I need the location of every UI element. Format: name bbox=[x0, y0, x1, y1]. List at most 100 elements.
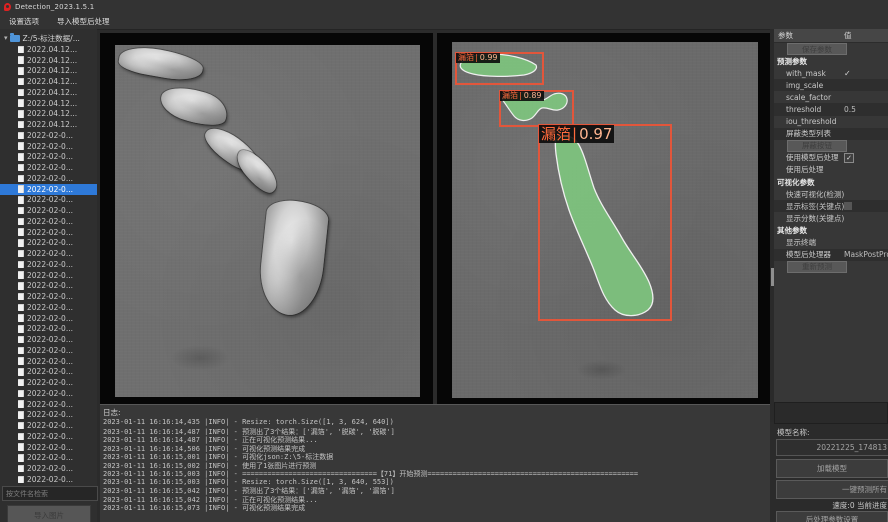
tree-item[interactable]: 2022-02-0... bbox=[0, 377, 97, 388]
tree-item[interactable]: 2022.04.12... bbox=[0, 109, 97, 120]
tree-item[interactable]: 2022-02-0... bbox=[0, 141, 97, 152]
tree-item[interactable]: 2022-02-0... bbox=[0, 248, 97, 259]
tree-item[interactable]: 2022-02-0... bbox=[0, 399, 97, 410]
tree-item[interactable]: 2022-02-0... bbox=[0, 442, 97, 453]
param-row[interactable]: 预测参数 bbox=[774, 55, 888, 67]
tree-item[interactable]: 2022-02-0... bbox=[0, 259, 97, 270]
param-label: iou_threshold bbox=[786, 117, 837, 126]
sidebar: ▾ Z:/5-标注数据/... 2022.04.12... 2022.04.12… bbox=[0, 29, 97, 522]
tree-item[interactable]: 2022-02-0... bbox=[0, 152, 97, 163]
tree-item[interactable]: 2022-02-0... bbox=[0, 302, 97, 313]
param-row[interactable]: 显示分数(关键点) bbox=[774, 212, 888, 224]
param-label: scale_factor bbox=[786, 93, 831, 102]
tree-item[interactable]: 2022-02-0... bbox=[0, 162, 97, 173]
tree-item[interactable]: 2022-02-0... bbox=[0, 474, 97, 484]
param-label: 显示终端 bbox=[786, 237, 816, 248]
param-row[interactable]: 快速可视化(检测) bbox=[774, 188, 888, 200]
tree-item[interactable]: 2022.04.12... bbox=[0, 55, 97, 66]
param-checkbox[interactable]: ✓ bbox=[844, 69, 851, 78]
tree-item[interactable]: 2022-02-0... bbox=[0, 324, 97, 335]
image-panel-original[interactable] bbox=[100, 33, 433, 410]
tree-item[interactable]: 2022-02-0... bbox=[0, 216, 97, 227]
param-row[interactable]: 保存参数 bbox=[774, 43, 888, 55]
param-row[interactable]: 其他参数 bbox=[774, 224, 888, 236]
tree-item[interactable]: 2022.04.12... bbox=[0, 76, 97, 87]
param-row[interactable]: threshold 0.5 bbox=[774, 103, 888, 115]
tree-item-label: 2022-02-0... bbox=[27, 174, 73, 183]
tree-item[interactable]: 2022-02-0... bbox=[0, 227, 97, 238]
tree-item[interactable]: 2022-02-0... bbox=[0, 291, 97, 302]
param-row[interactable]: 可视化参数 bbox=[774, 176, 888, 188]
tree-item[interactable]: 2022-02-0... bbox=[0, 388, 97, 399]
load-model-button[interactable]: 加载模型 bbox=[776, 459, 888, 478]
param-row[interactable]: 屏蔽按钮 bbox=[774, 140, 888, 152]
tree-item[interactable]: 2022-02-0... bbox=[0, 130, 97, 141]
menu-import-postprocess[interactable]: 导入模型后处理 bbox=[48, 14, 119, 29]
postprocess-settings-button[interactable]: 后处理参数设置 bbox=[776, 511, 888, 522]
menu-settings[interactable]: 设置选项 bbox=[0, 14, 48, 29]
param-row[interactable]: 显示标签(关键点) bbox=[774, 200, 888, 212]
file-icon bbox=[18, 433, 24, 441]
param-row[interactable]: scale_factor bbox=[774, 91, 888, 103]
tree-item[interactable]: 2022-02-0... bbox=[0, 313, 97, 324]
tree-item[interactable]: 2022-02-0... bbox=[0, 463, 97, 474]
param-row[interactable]: 模型后处理器 MaskPostPro bbox=[774, 249, 888, 261]
image-panel-prediction[interactable]: 漏箔|0.99 漏箔|0.89 漏箔|0.97 bbox=[437, 33, 770, 410]
param-row[interactable]: 显示终端 bbox=[774, 237, 888, 249]
image-smudge bbox=[170, 345, 230, 371]
filename-search-input[interactable] bbox=[2, 486, 98, 501]
tree-item[interactable]: 2022-02-0... bbox=[0, 431, 97, 442]
file-icon bbox=[18, 261, 24, 269]
param-row[interactable]: img_scale bbox=[774, 79, 888, 91]
tree-item[interactable]: 2022-02-0... bbox=[0, 410, 97, 421]
param-row[interactable]: iou_threshold bbox=[774, 116, 888, 128]
tree-item[interactable]: 2022-02-0... bbox=[0, 356, 97, 367]
tree-item[interactable]: 2022-02-0... bbox=[0, 334, 97, 345]
param-label: 使用后处理 bbox=[786, 164, 824, 175]
tree-item[interactable]: 2022-02-0... bbox=[0, 205, 97, 216]
tree-item[interactable]: 2022-02-0... bbox=[0, 184, 97, 195]
predict-all-button[interactable]: 一键预测所有 bbox=[776, 480, 888, 499]
model-name-field[interactable]: 20221225_174813 bbox=[776, 439, 888, 456]
param-row[interactable]: 重新预测 bbox=[774, 261, 888, 273]
tree-item[interactable]: 2022-02-0... bbox=[0, 238, 97, 249]
log-line: 2023-01-11 16:16:15,042 |INFO| - 预测出了3个结… bbox=[100, 486, 770, 495]
param-label: 显示标签(关键点) bbox=[786, 201, 844, 212]
file-icon bbox=[18, 400, 24, 408]
param-label: 使用模型后处理 bbox=[786, 152, 839, 163]
tree-item-label: 2022-02-0... bbox=[27, 142, 73, 151]
file-icon bbox=[18, 207, 24, 215]
tree-item[interactable]: 2022.04.12... bbox=[0, 98, 97, 109]
tree-item[interactable]: 2022-02-0... bbox=[0, 270, 97, 281]
param-row[interactable]: 使用后处理 bbox=[774, 164, 888, 176]
param-row[interactable]: 屏蔽类型列表 bbox=[774, 128, 888, 140]
tree-item[interactable]: 2022-02-0... bbox=[0, 173, 97, 184]
tree-item[interactable]: 2022-02-0... bbox=[0, 367, 97, 378]
tree-item[interactable]: 2022.04.12... bbox=[0, 66, 97, 77]
tree-item-label: 2022-02-0... bbox=[27, 281, 73, 290]
tree-root-folder[interactable]: ▾ Z:/5-标注数据/... bbox=[0, 32, 97, 44]
tree-item[interactable]: 2022-02-0... bbox=[0, 453, 97, 464]
param-row[interactable]: 参数 值 bbox=[774, 29, 888, 43]
tree-item[interactable]: 2022-02-0... bbox=[0, 345, 97, 356]
tree-item[interactable]: 2022.04.12... bbox=[0, 119, 97, 130]
log-line: 2023-01-11 16:16:15,042 |INFO| - 正在可视化预测… bbox=[100, 495, 770, 504]
caret-down-icon[interactable]: ▾ bbox=[4, 35, 8, 42]
tree-item[interactable]: 2022-02-0... bbox=[0, 195, 97, 206]
tree-item[interactable]: 2022-02-0... bbox=[0, 281, 97, 292]
log-line: 2023-01-11 16:16:14,435 |INFO| - Resize:… bbox=[100, 418, 770, 427]
original-image bbox=[115, 45, 420, 397]
param-row[interactable]: 使用模型后处理 ✓ bbox=[774, 152, 888, 164]
param-checkbox[interactable] bbox=[844, 202, 852, 210]
param-checkbox[interactable]: ✓ bbox=[844, 153, 854, 163]
import-images-button[interactable]: 导入图片 bbox=[7, 505, 91, 522]
tree-item[interactable]: 2022.04.12... bbox=[0, 87, 97, 98]
tree-item-label: 2022-02-0... bbox=[27, 185, 73, 194]
tree-item[interactable]: 2022-02-0... bbox=[0, 420, 97, 431]
file-icon bbox=[18, 282, 24, 290]
param-row[interactable]: with_mask ✓ bbox=[774, 67, 888, 79]
tree-item[interactable]: 2022.04.12... bbox=[0, 44, 97, 55]
tree-item-label: 2022-02-0... bbox=[27, 389, 73, 398]
param-label: 其他参数 bbox=[777, 225, 807, 236]
tree-item-label: 2022-02-0... bbox=[27, 271, 73, 280]
